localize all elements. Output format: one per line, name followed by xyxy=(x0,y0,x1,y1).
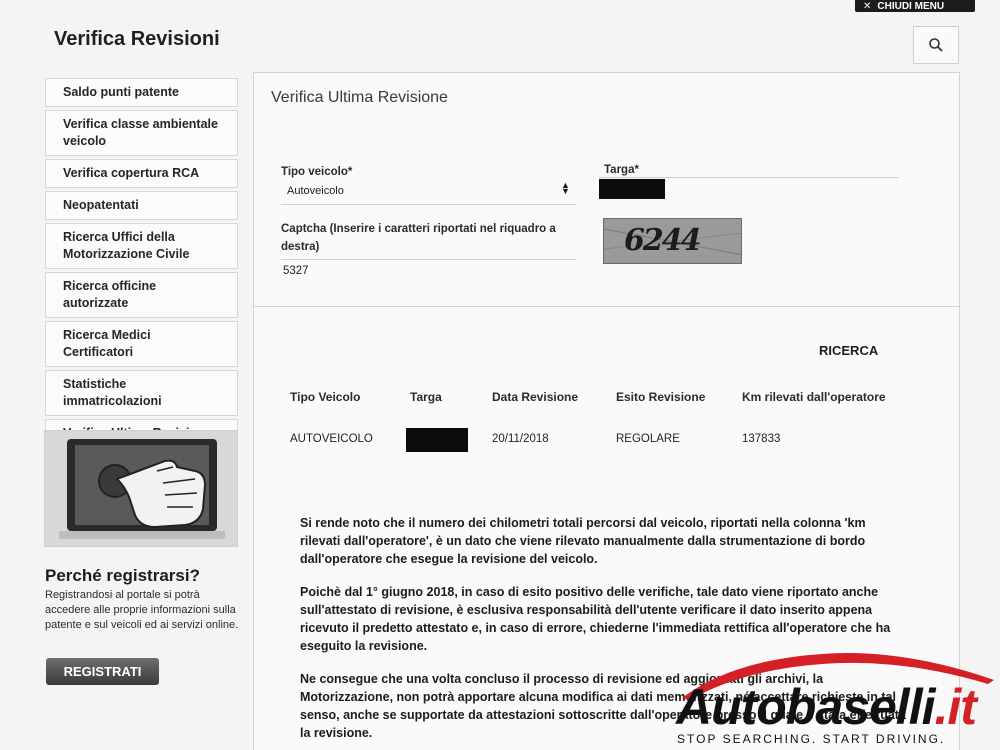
row-date: 20/11/2018 xyxy=(492,433,549,445)
col-plate: Targa xyxy=(410,390,442,404)
chevron-updown-icon: ▲ ▼ xyxy=(561,180,570,196)
sidebar-item-copertura-rca[interactable]: Verifica copertura RCA xyxy=(45,159,238,188)
tablet-touch-icon xyxy=(45,431,237,546)
register-button[interactable]: REGISTRATI xyxy=(46,658,159,685)
row-vehicle-type: AUTOVEICOLO xyxy=(290,433,373,445)
redacted-plate-result xyxy=(406,428,468,452)
captcha-label: Captcha (Inserire i caratteri riportati … xyxy=(281,223,556,253)
search-submit-button[interactable]: RICERCA xyxy=(819,343,878,358)
captcha-input[interactable]: 5327 xyxy=(281,261,576,285)
captcha-image-text: 6244 xyxy=(624,223,701,258)
page-title: Verifica Revisioni xyxy=(54,28,220,50)
close-icon: ✕ xyxy=(863,1,872,12)
col-km: Km rilevati dall'operatore xyxy=(742,390,886,404)
sidebar-item-officine[interactable]: Ricerca officine autorizzate xyxy=(45,272,238,318)
form-title: Verifica Ultima Revisione xyxy=(271,89,448,106)
watermark-brand: Autobaselli.it xyxy=(676,679,977,735)
sidebar-item-classe-ambientale[interactable]: Verifica classe ambientale veicolo xyxy=(45,110,238,156)
close-menu-button[interactable]: ✕ CHIUDI MENU xyxy=(855,0,975,12)
watermark-slogan: STOP SEARCHING. START DRIVING. xyxy=(677,732,946,746)
sidebar-item-medici[interactable]: Ricerca Medici Certificatori xyxy=(45,321,238,367)
promo-image xyxy=(44,430,238,547)
captcha-image: 6244 xyxy=(603,218,742,264)
revision-form-panel: Verifica Ultima Revisione Tipo veicolo* … xyxy=(253,72,960,307)
vehicle-type-select[interactable]: Autoveicolo ▲ ▼ xyxy=(281,177,576,203)
why-register-title: Perché registrarsi? xyxy=(45,566,200,585)
row-outcome: REGOLARE xyxy=(616,433,680,445)
search-icon xyxy=(929,38,943,52)
sidebar-item-saldo-punti[interactable]: Saldo punti patente xyxy=(45,78,238,107)
vehicle-type-value: Autoveicolo xyxy=(287,185,344,197)
note-paragraph-1: Si rende noto che il numero dei chilomet… xyxy=(300,516,866,566)
col-revision-outcome: Esito Revisione xyxy=(616,390,706,404)
watermark-logo: Autobaselli.it STOP SEARCHING. START DRI… xyxy=(672,640,1000,750)
sidebar-item-neopatentati[interactable]: Neopatentati xyxy=(45,191,238,220)
redacted-plate xyxy=(599,179,665,199)
sidebar: Saldo punti patente Verifica classe ambi… xyxy=(45,78,238,451)
why-register-text: Registrandosi al portale si potrà accede… xyxy=(45,589,239,631)
plate-input[interactable] xyxy=(599,177,899,203)
row-km: 137833 xyxy=(742,433,781,445)
col-revision-date: Data Revisione xyxy=(492,390,579,404)
close-menu-label: CHIUDI MENU xyxy=(877,1,945,12)
col-vehicle-type: Tipo Veicolo xyxy=(290,390,361,404)
sidebar-item-statistiche[interactable]: Statistiche immatricolazioni xyxy=(45,370,238,416)
search-button[interactable] xyxy=(913,26,959,64)
sidebar-item-uffici-motorizzazione[interactable]: Ricerca Uffici della Motorizzazione Civi… xyxy=(45,223,238,269)
